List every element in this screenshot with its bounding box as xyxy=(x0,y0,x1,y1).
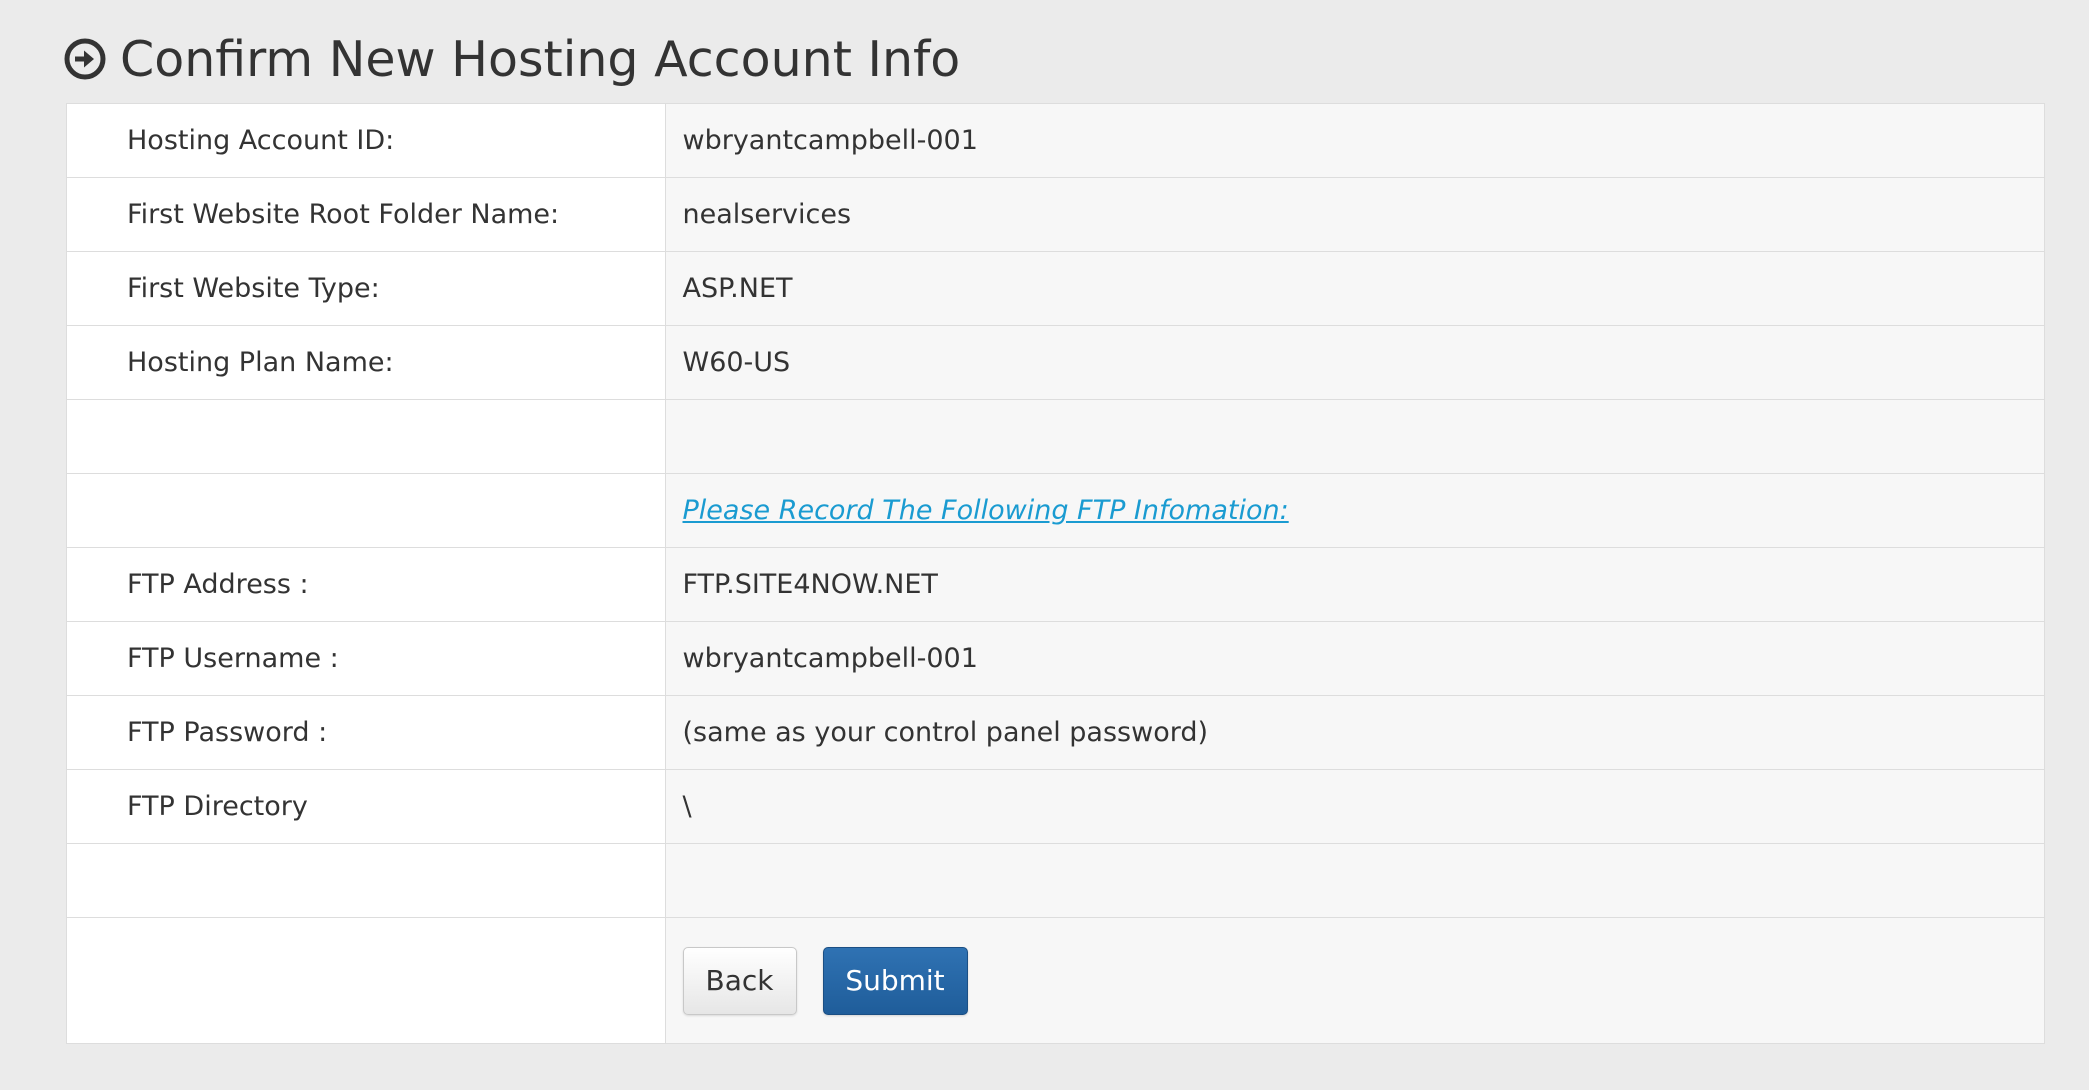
ftp-directory-label: FTP Directory xyxy=(67,769,666,844)
table-row: FTP Username : wbryantcampbell-001 xyxy=(67,621,2044,696)
ftp-password-value: (same as your control panel password) xyxy=(665,695,2044,770)
ftp-username-value: wbryantcampbell-001 xyxy=(665,621,2044,696)
website-type-label: First Website Type: xyxy=(67,251,666,326)
actions-cell: Back Submit xyxy=(665,917,2044,1043)
table-row: Hosting Account ID: wbryantcampbell-001 xyxy=(67,104,2044,178)
root-folder-label: First Website Root Folder Name: xyxy=(67,177,666,252)
ftp-directory-value: \ xyxy=(665,769,2044,844)
spacer-label-cell xyxy=(67,843,666,918)
ftp-info-link[interactable]: Please Record The Following FTP Infomati… xyxy=(683,495,1289,526)
back-button[interactable]: Back xyxy=(682,946,797,1015)
account-info-table: Hosting Account ID: wbryantcampbell-001 … xyxy=(67,104,2044,1043)
actions-label-cell xyxy=(67,917,666,1043)
hosting-plan-label: Hosting Plan Name: xyxy=(67,325,666,400)
hosting-plan-value: W60-US xyxy=(665,325,2044,400)
ftp-address-label: FTP Address : xyxy=(67,547,666,622)
website-type-value: ASP.NET xyxy=(665,251,2044,326)
hosting-account-id-label: Hosting Account ID: xyxy=(67,104,666,178)
hosting-account-id-value: wbryantcampbell-001 xyxy=(665,104,2044,178)
table-row: FTP Password : (same as your control pan… xyxy=(67,695,2044,770)
table-row: FTP Directory \ xyxy=(67,769,2044,844)
arrow-circle-right-icon xyxy=(64,38,106,80)
page-header: Confirm New Hosting Account Info xyxy=(64,26,960,92)
root-folder-value: nealservices xyxy=(665,177,2044,252)
table-row: First Website Type: ASP.NET xyxy=(67,251,2044,326)
ftp-note-label-cell xyxy=(67,473,666,548)
table-row: First Website Root Folder Name: nealserv… xyxy=(67,177,2044,252)
spacer-value-cell xyxy=(665,843,2044,918)
ftp-password-label: FTP Password : xyxy=(67,695,666,770)
table-row: FTP Address : FTP.SITE4NOW.NET xyxy=(67,547,2044,622)
submit-button[interactable]: Submit xyxy=(822,946,968,1015)
spacer-value-cell xyxy=(665,399,2044,474)
actions-row: Back Submit xyxy=(67,917,2044,1043)
table-row-spacer xyxy=(67,399,2044,474)
ftp-note-cell: Please Record The Following FTP Infomati… xyxy=(665,473,2044,548)
account-info-panel: Hosting Account ID: wbryantcampbell-001 … xyxy=(66,103,2045,1044)
confirm-hosting-page: Confirm New Hosting Account Info Hosting… xyxy=(0,0,2089,1090)
ftp-username-label: FTP Username : xyxy=(67,621,666,696)
page-title: Confirm New Hosting Account Info xyxy=(120,30,961,88)
table-row: Hosting Plan Name: W60-US xyxy=(67,325,2044,400)
ftp-address-value: FTP.SITE4NOW.NET xyxy=(665,547,2044,622)
table-row: Please Record The Following FTP Infomati… xyxy=(67,473,2044,548)
spacer-label-cell xyxy=(67,399,666,474)
table-row-spacer xyxy=(67,843,2044,918)
